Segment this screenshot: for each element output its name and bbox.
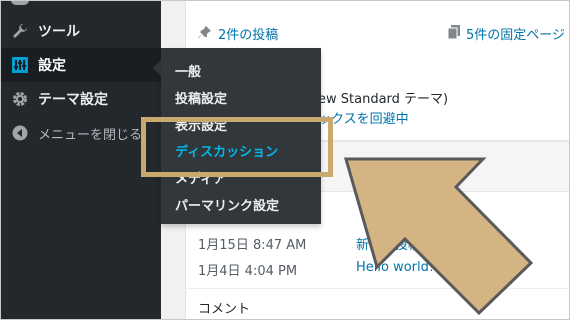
screenshot-frame: 2件の投稿 5件の固定ページ ew Standard テーマ) ックスを回避中 … (0, 0, 570, 320)
pointer-arrow-icon (344, 157, 534, 316)
